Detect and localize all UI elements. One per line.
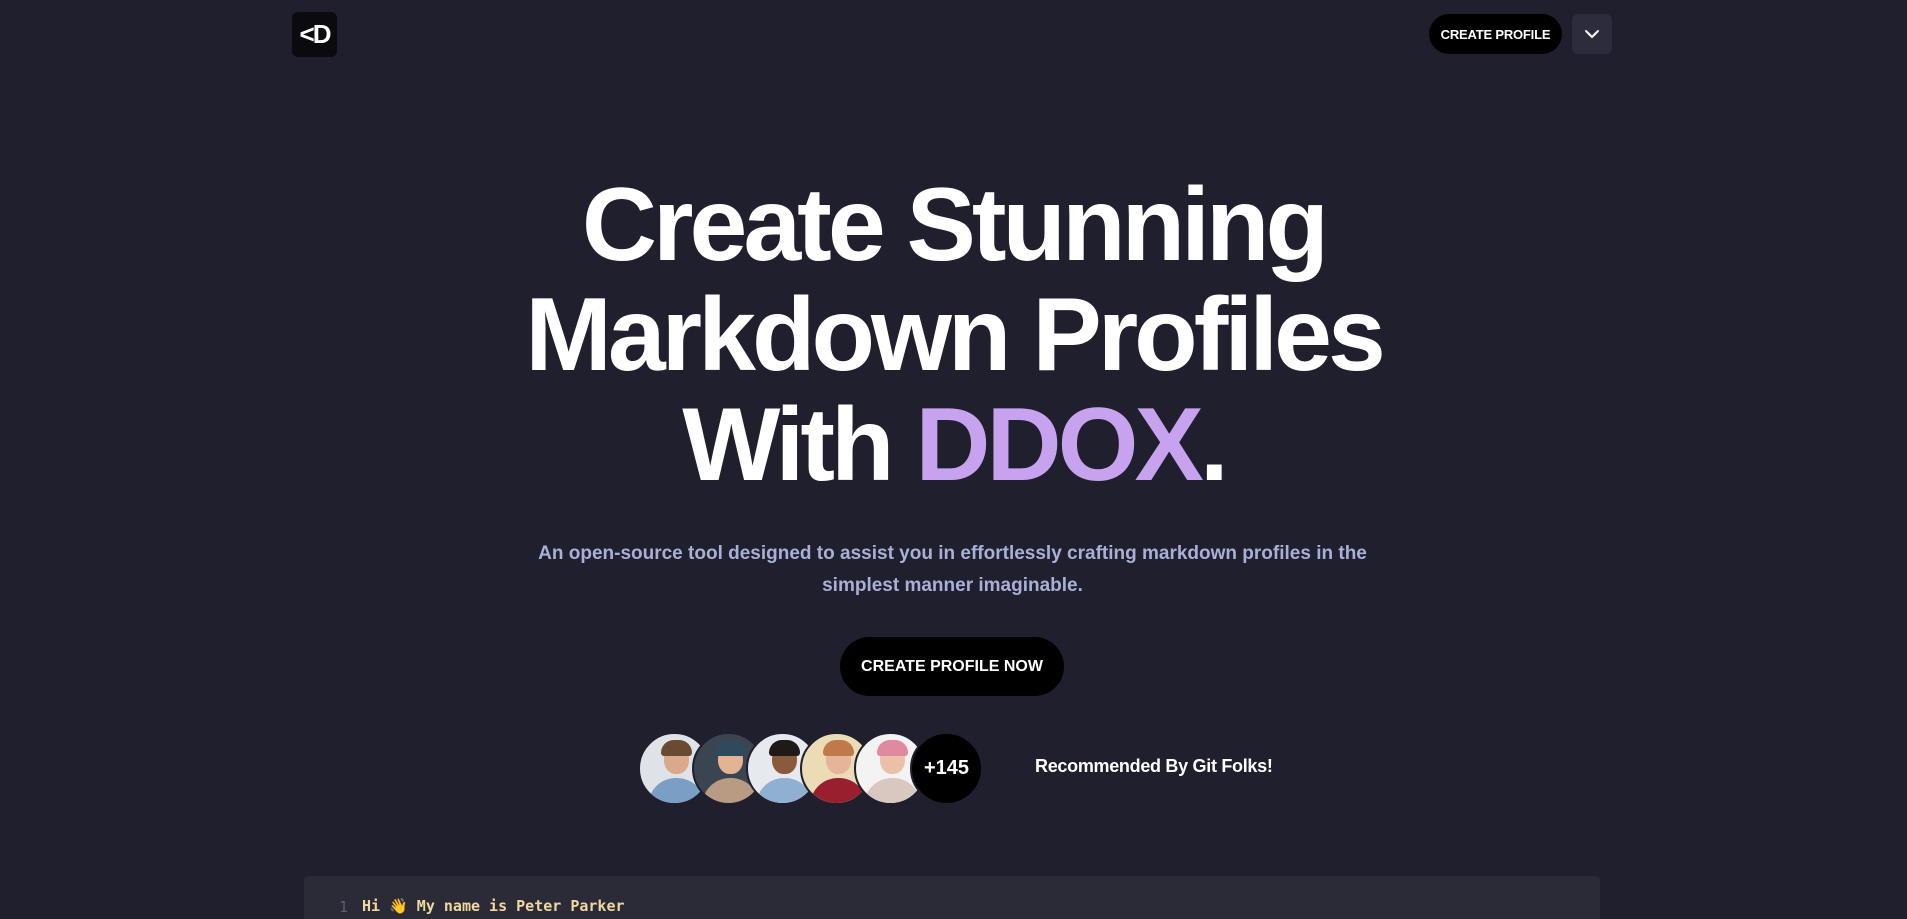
create-profile-button[interactable]: CREATE PROFILE: [1429, 14, 1562, 54]
hero-title-line-1: Create Stunning: [581, 167, 1329, 283]
line-number: 1: [338, 898, 348, 916]
menu-toggle-button[interactable]: [1572, 14, 1612, 54]
chevron-down-icon: [1585, 30, 1599, 38]
hero-title: Create Stunning Markdown Profiles With D…: [0, 170, 1907, 500]
landing-page: <D CREATE PROFILE Create Stunning Markdo…: [0, 0, 1907, 919]
recommended-label: Recommended By Git Folks!: [1035, 756, 1273, 776]
avatar-count-badge: +145: [910, 732, 983, 805]
hero-title-accent: DDOX: [915, 387, 1203, 503]
hero-title-line-2: Markdown Profiles: [525, 277, 1386, 393]
hero-title-line-3-prefix: With: [682, 387, 916, 503]
hero-title-suffix: .: [1199, 387, 1229, 503]
ddox-logo[interactable]: <D: [292, 12, 337, 57]
code-line: Hi 👋 My name is Peter Parker: [362, 897, 625, 915]
avatar-group: +145: [638, 732, 983, 805]
hero-subtitle: An open-source tool designed to assist y…: [538, 543, 1367, 596]
markdown-editor-preview[interactable]: 1 Hi 👋 My name is Peter Parker: [304, 876, 1600, 919]
create-profile-now-button[interactable]: CREATE PROFILE NOW: [840, 637, 1064, 696]
